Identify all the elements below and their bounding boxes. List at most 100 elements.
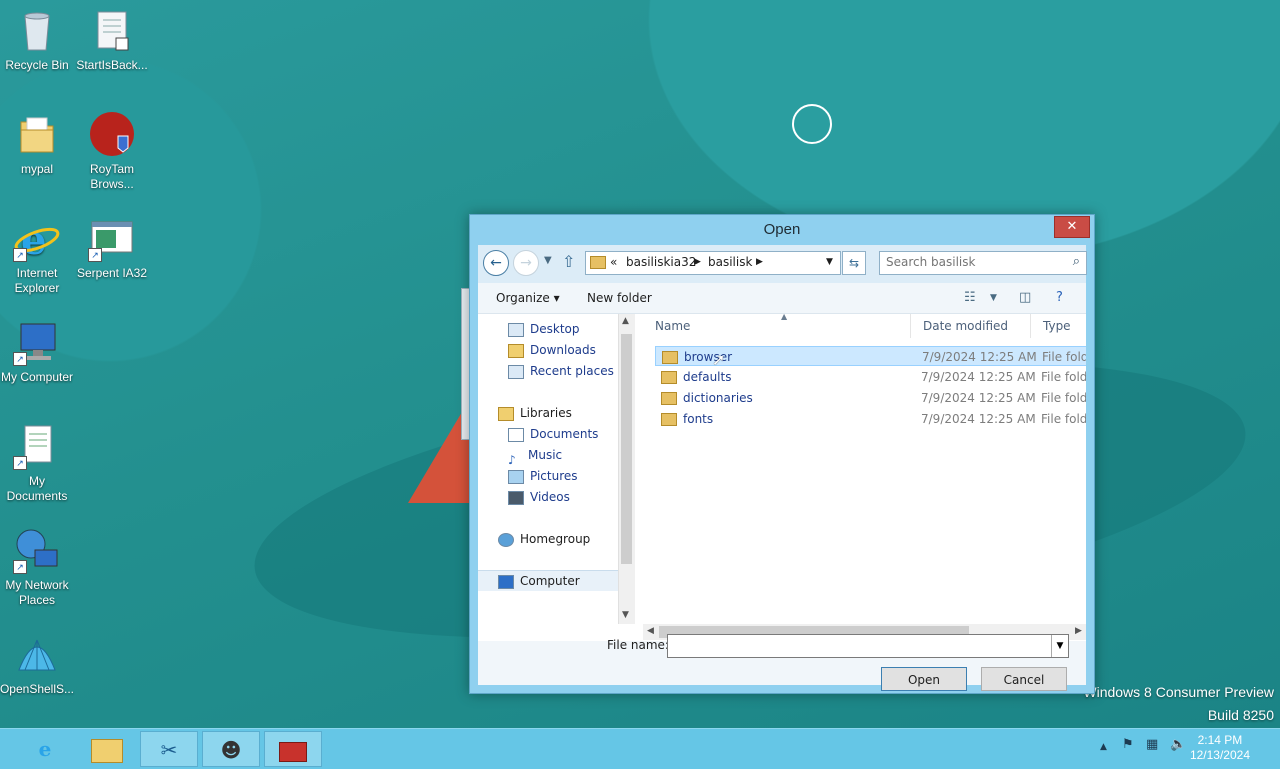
column-header-label: Date modified — [923, 319, 1009, 333]
nav-item-label: Homegroup — [520, 532, 591, 546]
desktop-icon-my-computer[interactable]: ↗ My Computer — [0, 312, 76, 385]
navigation-pane: Desktop Downloads Recent places Librarie… — [478, 314, 634, 623]
desktop-icon-label: My Documents — [6, 474, 68, 503]
desktop-icon-openshell[interactable]: OpenShellS... — [0, 624, 76, 697]
dialog-body: ← → ▼ ⇧ « basiliskia32 ▶ basilisk ▶ ▼ ⇆ … — [478, 245, 1087, 691]
preview-pane-icon[interactable]: ◫ — [1019, 290, 1031, 305]
nav-item-music[interactable]: ♪ Music — [508, 445, 562, 467]
address-dropdown-icon[interactable]: ▼ — [826, 257, 833, 267]
nav-item-label: Documents — [530, 427, 599, 441]
file-type: File folder — [1041, 370, 1086, 384]
taskbar-internet-explorer[interactable]: e — [16, 731, 74, 767]
column-header-label: Type — [1043, 319, 1071, 333]
view-dropdown-icon[interactable]: ▼ — [990, 293, 997, 303]
clock-date: 12/13/2024 — [1189, 748, 1250, 762]
nav-item-libraries[interactable]: Libraries — [498, 403, 572, 423]
search-box[interactable]: ⌕ — [879, 251, 1087, 275]
pictures-icon — [508, 469, 524, 484]
desktop-icon-label: Internet Explorer — [14, 266, 60, 295]
shortcut-arrow-icon: ↗ — [13, 352, 27, 366]
breadcrumb-basilisk[interactable]: basilisk — [708, 255, 752, 269]
desktop-icon-mypal[interactable]: mypal — [0, 104, 76, 177]
breadcrumb-separator-icon[interactable]: ▶ — [756, 257, 763, 267]
scroll-right-arrow-icon[interactable]: ▶ — [1075, 626, 1082, 636]
shortcut-arrow-icon: ↗ — [13, 456, 27, 470]
nav-item-documents[interactable]: Documents — [508, 424, 598, 444]
busy-cursor-icon — [792, 104, 832, 144]
taskbar-basilisk[interactable]: ☻ — [202, 731, 260, 767]
desktop-icon-label: StartIsBack... — [76, 58, 148, 72]
file-type: File folder — [1042, 350, 1086, 364]
nav-item-computer[interactable]: Computer — [478, 570, 634, 591]
view-options-icon[interactable]: ☷ — [964, 290, 976, 305]
file-date: 7/9/2024 12:25 AM — [921, 391, 1036, 405]
scroll-up-arrow-icon[interactable]: ▲ — [622, 316, 629, 326]
nav-pane-scrollbar[interactable]: ▲ ▼ — [618, 314, 635, 624]
folder-icon — [13, 110, 61, 158]
action-center-flag-icon[interactable]: ⚑ — [1122, 737, 1134, 752]
taskbar-file-explorer[interactable] — [78, 731, 136, 767]
nav-item-homegroup[interactable]: Homegroup — [498, 529, 590, 549]
open-button[interactable]: Open — [881, 667, 967, 691]
openshell-icon — [13, 630, 61, 678]
breadcrumb-separator-icon[interactable]: ▶ — [694, 257, 701, 267]
desktop-icon-my-documents[interactable]: ↗ My Documents — [0, 416, 76, 504]
folder-icon — [662, 351, 678, 364]
toolbox-icon — [279, 741, 307, 762]
cancel-button[interactable]: Cancel — [981, 667, 1067, 691]
system-clock[interactable]: 2:14 PM 12/13/2024 — [1190, 733, 1250, 763]
organize-button[interactable]: Organize ▾ — [496, 291, 560, 305]
show-hidden-icons-icon[interactable]: ▲ — [1100, 742, 1107, 752]
recent-locations-chevron-icon[interactable]: ▼ — [544, 255, 552, 266]
file-row-dictionaries[interactable]: dictionaries 7/9/2024 12:25 AM File fold… — [655, 388, 1086, 408]
file-name-input[interactable] — [668, 635, 1052, 657]
shortcut-arrow-icon: ↗ — [88, 248, 102, 262]
sort-ascending-icon: ▲ — [781, 314, 788, 321]
nav-item-label: Downloads — [530, 343, 596, 357]
internet-explorer-icon: e ↗ — [13, 214, 61, 264]
desktop-icon-label: Recycle Bin — [5, 58, 69, 72]
column-header-type[interactable]: Type — [1031, 314, 1086, 338]
nav-item-pictures[interactable]: Pictures — [508, 466, 578, 486]
file-name: dictionaries — [683, 391, 753, 405]
refresh-icon[interactable]: ⇆ — [842, 251, 866, 275]
desktop-icon-internet-explorer[interactable]: e ↗ Internet Explorer — [0, 208, 76, 296]
file-row-fonts[interactable]: fonts 7/9/2024 12:25 AM File folder — [655, 409, 1086, 429]
taskbar-snipping-tool[interactable]: ✂ — [140, 731, 198, 767]
desktop-icon-roytam[interactable]: RoyTam Brows... — [73, 104, 151, 192]
address-bar[interactable]: « basiliskia32 ▶ basilisk ▶ ▼ — [585, 251, 841, 275]
back-arrow-icon[interactable]: ← — [483, 250, 509, 276]
desktop-icon-serpent[interactable]: ↗ Serpent IA32 — [73, 208, 151, 281]
shortcut-arrow-icon: ↗ — [13, 248, 27, 262]
desktop-icon-recycle-bin[interactable]: Recycle Bin — [0, 0, 76, 73]
nav-item-recent-places[interactable]: Recent places — [508, 361, 614, 381]
file-name-combobox[interactable]: ▼ — [667, 634, 1069, 658]
scrollbar-thumb[interactable] — [621, 334, 632, 564]
desktop-icon-startisback[interactable]: StartIsBack... — [73, 0, 151, 73]
nav-item-label: Computer — [520, 574, 580, 588]
nav-item-videos[interactable]: Videos — [508, 487, 570, 507]
nav-item-label: Libraries — [520, 406, 572, 420]
close-button[interactable]: ✕ — [1054, 216, 1090, 238]
desktop-icon-network-places[interactable]: ↗ My Network Places — [0, 520, 76, 608]
column-header-name[interactable]: Name — [643, 314, 911, 338]
volume-muted-icon[interactable]: 🔈 — [1170, 737, 1186, 752]
address-overflow-chevron[interactable]: « — [610, 255, 617, 269]
network-icon[interactable]: ▦ — [1146, 737, 1158, 752]
search-input[interactable] — [880, 252, 1072, 272]
build-watermark-line2: Build 8250 — [1207, 707, 1274, 723]
file-name-dropdown-icon[interactable]: ▼ — [1051, 635, 1068, 657]
help-icon[interactable]: ? — [1056, 290, 1063, 305]
scroll-down-arrow-icon[interactable]: ▼ — [622, 610, 629, 620]
nav-item-desktop[interactable]: Desktop — [508, 319, 580, 339]
breadcrumb-basiliskia32[interactable]: basiliskia32 — [626, 255, 696, 269]
nav-item-downloads[interactable]: Downloads — [508, 340, 596, 360]
new-folder-button[interactable]: New folder — [587, 291, 652, 305]
column-header-date[interactable]: Date modified — [911, 314, 1031, 338]
scroll-left-arrow-icon[interactable]: ◀ — [647, 626, 654, 636]
taskbar-toolbox[interactable] — [264, 731, 322, 767]
file-row-defaults[interactable]: defaults 7/9/2024 12:25 AM File folder — [655, 367, 1086, 387]
forward-arrow-icon[interactable]: → — [513, 250, 539, 276]
file-type: File folder — [1041, 391, 1086, 405]
up-arrow-icon[interactable]: ⇧ — [562, 252, 575, 271]
